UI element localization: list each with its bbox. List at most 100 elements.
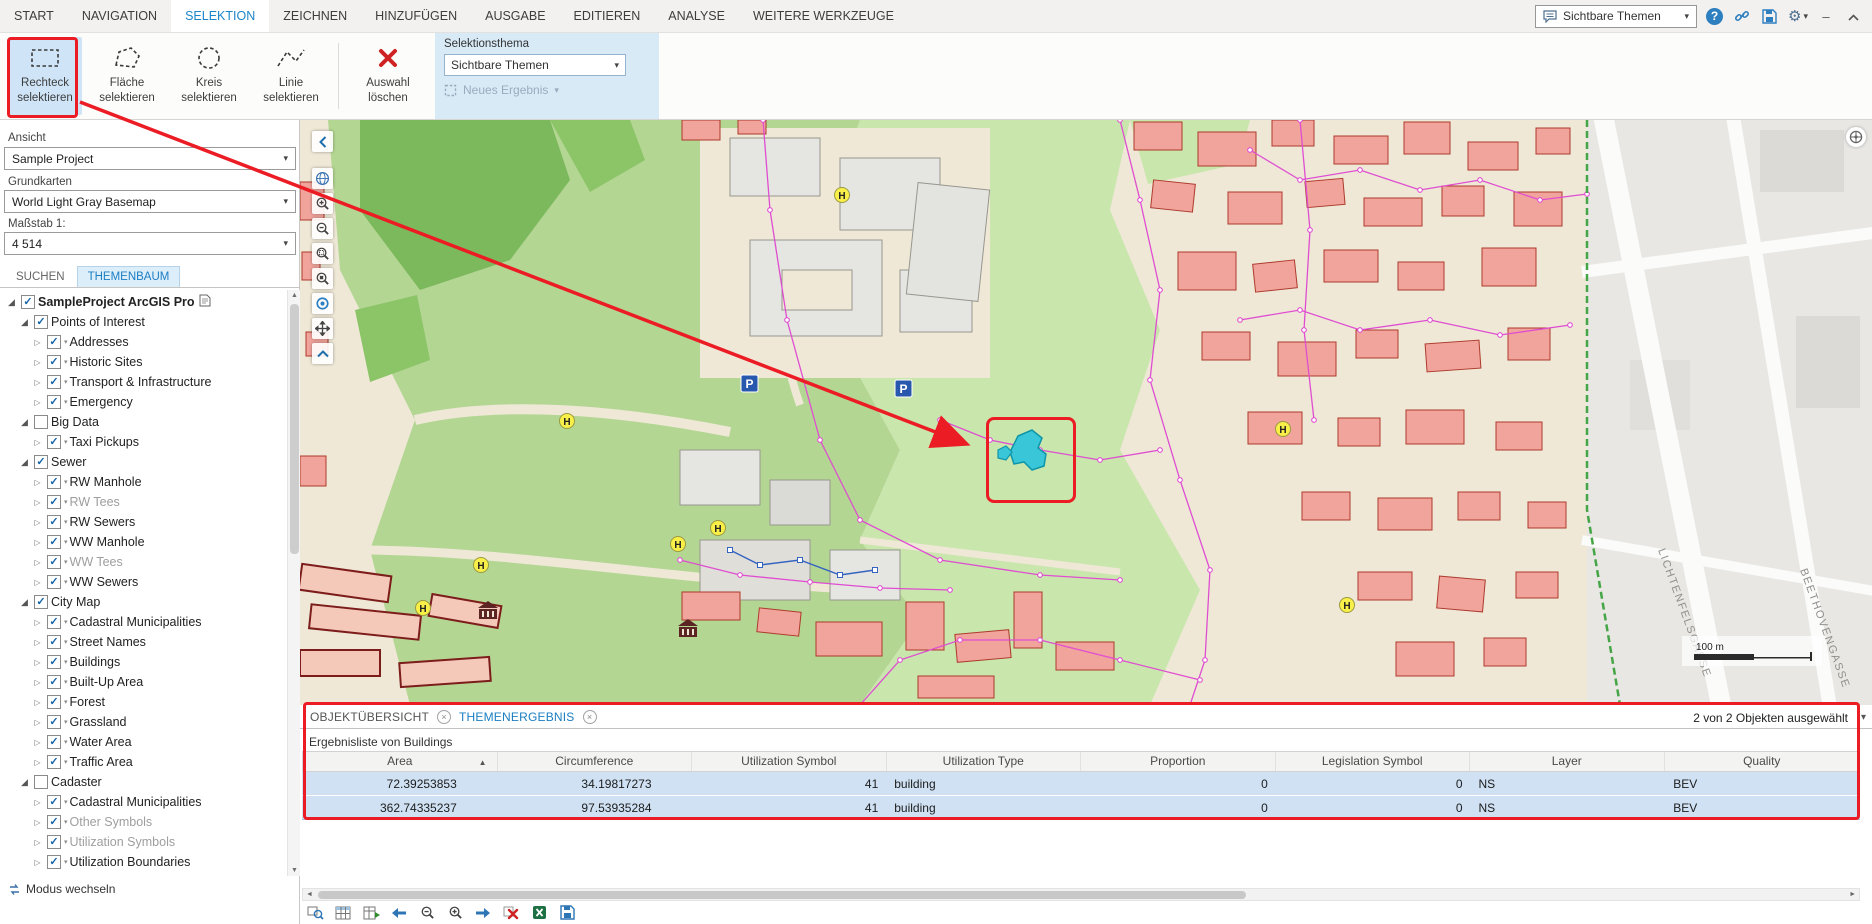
layer-checkbox[interactable]: ✓ — [47, 655, 61, 669]
tree-scrollbar[interactable]: ▲ ▼ — [287, 290, 300, 876]
sidebar-tab-suchen[interactable]: SUCHEN — [6, 267, 75, 287]
map-area[interactable]: H H H H H H H H P P LICHTENFELSGASSE BEE… — [300, 120, 1872, 705]
view-dropdown[interactable]: Sample Project▾ — [4, 147, 296, 170]
selection-theme-dropdown[interactable]: Sichtbare Themen ▾ — [444, 54, 626, 76]
tree-collapsed-icon[interactable]: ▷ — [31, 858, 44, 867]
tree-item-forest[interactable]: ▷✓▾Forest — [0, 692, 286, 712]
layer-menu-chevron-icon[interactable]: ▾ — [64, 558, 68, 566]
layer-checkbox[interactable]: ✓ — [47, 575, 61, 589]
tree-item-cadaster[interactable]: ◢Cadaster — [0, 772, 286, 792]
layer-menu-chevron-icon[interactable]: ▾ — [64, 358, 68, 366]
layer-checkbox[interactable]: ✓ — [47, 635, 61, 649]
tree-expanded-icon[interactable]: ◢ — [18, 317, 31, 328]
layer-menu-chevron-icon[interactable]: ▾ — [64, 578, 68, 586]
tree-collapsed-icon[interactable]: ▷ — [31, 618, 44, 627]
layer-menu-chevron-icon[interactable]: ▾ — [64, 338, 68, 346]
tree-item-addresses[interactable]: ▷✓▾Addresses — [0, 332, 286, 352]
tree-collapsed-icon[interactable]: ▷ — [31, 338, 44, 347]
layer-checkbox[interactable]: ✓ — [47, 715, 61, 729]
tool-fläche-selektieren[interactable]: Fläche selektieren — [90, 37, 164, 115]
tool-linie-selektieren[interactable]: Linie selektieren — [254, 37, 328, 115]
layer-checkbox[interactable]: ✓ — [34, 455, 48, 469]
tree-item-ww-sewers[interactable]: ▷✓▾WW Sewers — [0, 572, 286, 592]
clear-result-button[interactable] — [500, 903, 522, 922]
tree-item-rw-tees[interactable]: ▷✓▾RW Tees — [0, 492, 286, 512]
identify-tool-button[interactable] — [312, 293, 333, 314]
tree-collapsed-icon[interactable]: ▷ — [31, 798, 44, 807]
layer-menu-chevron-icon[interactable]: ▾ — [64, 658, 68, 666]
results-horizontal-scrollbar[interactable]: ◄ ► — [302, 888, 1860, 901]
tree-item-taxi-pickups[interactable]: ▷✓▾Taxi Pickups — [0, 432, 286, 452]
tree-collapsed-icon[interactable]: ▷ — [31, 478, 44, 487]
tree-collapsed-icon[interactable]: ▷ — [31, 538, 44, 547]
minimize-button[interactable]: – — [1817, 9, 1835, 24]
layer-menu-chevron-icon[interactable]: ▾ — [64, 838, 68, 846]
tree-collapsed-icon[interactable]: ▷ — [31, 698, 44, 707]
tree-item-points-of-interest[interactable]: ◢✓Points of Interest — [0, 312, 286, 332]
next-record-button[interactable] — [472, 903, 494, 922]
column-header-layer[interactable]: Layer — [1470, 752, 1665, 771]
map-canvas[interactable]: H H H H H H H H P P LICHTENFELSGASSE BEE… — [300, 120, 1872, 705]
tree-item-transport-infrastructure[interactable]: ▷✓▾Transport & Infrastructure — [0, 372, 286, 392]
tree-item-rw-sewers[interactable]: ▷✓▾RW Sewers — [0, 512, 286, 532]
layer-checkbox[interactable]: ✓ — [47, 795, 61, 809]
tree-collapsed-icon[interactable]: ▷ — [31, 398, 44, 407]
layer-menu-chevron-icon[interactable]: ▾ — [64, 478, 68, 486]
tree-collapsed-icon[interactable]: ▷ — [31, 658, 44, 667]
layer-menu-chevron-icon[interactable]: ▾ — [64, 618, 68, 626]
tree-expanded-icon[interactable]: ◢ — [18, 457, 31, 468]
layer-checkbox[interactable]: ✓ — [47, 835, 61, 849]
column-header-legislation-symbol[interactable]: Legislation Symbol — [1276, 752, 1471, 771]
column-header-proportion[interactable]: Proportion — [1081, 752, 1276, 771]
tree-item-built-up-area[interactable]: ▷✓▾Built-Up Area — [0, 672, 286, 692]
layer-checkbox[interactable]: ✓ — [47, 855, 61, 869]
save-result-button[interactable] — [556, 903, 578, 922]
layer-checkbox[interactable]: ✓ — [47, 555, 61, 569]
layer-checkbox[interactable]: ✓ — [34, 315, 48, 329]
previous-record-button[interactable] — [388, 903, 410, 922]
tree-collapsed-icon[interactable]: ▷ — [31, 518, 44, 527]
tree-collapsed-icon[interactable]: ▷ — [31, 738, 44, 747]
column-header-area[interactable]: Area▲ — [303, 752, 498, 771]
tree-item-city-map[interactable]: ◢✓City Map — [0, 592, 286, 612]
tree-collapsed-icon[interactable]: ▷ — [31, 358, 44, 367]
layer-checkbox[interactable]: ✓ — [47, 375, 61, 389]
tree-expanded-icon[interactable]: ◢ — [18, 597, 31, 608]
layer-checkbox[interactable] — [34, 775, 48, 789]
overview-map-button[interactable] — [312, 168, 333, 189]
tree-collapsed-icon[interactable]: ▷ — [31, 578, 44, 587]
menu-tab-selektion[interactable]: SELEKTION — [171, 0, 269, 32]
layer-menu-chevron-icon[interactable]: ▾ — [64, 738, 68, 746]
export-table-button[interactable] — [360, 903, 382, 922]
tree-item-ww-manhole[interactable]: ▷✓▾WW Manhole — [0, 532, 286, 552]
tree-collapsed-icon[interactable]: ▷ — [31, 498, 44, 507]
layer-menu-chevron-icon[interactable]: ▾ — [64, 698, 68, 706]
layer-checkbox[interactable]: ✓ — [47, 335, 61, 349]
save-project-button[interactable] — [1760, 7, 1779, 26]
close-tab-icon[interactable]: × — [437, 710, 451, 724]
layer-menu-chevron-icon[interactable]: ▾ — [64, 498, 68, 506]
tree-item-historic-sites[interactable]: ▷✓▾Historic Sites — [0, 352, 286, 372]
menu-tab-analyse[interactable]: ANALYSE — [654, 0, 739, 32]
tree-item-utilization-symbols[interactable]: ▷✓▾Utilization Symbols — [0, 832, 286, 852]
collapse-sidebar-button[interactable] — [312, 131, 333, 152]
menu-tab-weitere-werkzeuge[interactable]: WEITERE WERKZEUGE — [739, 0, 908, 32]
layer-menu-chevron-icon[interactable]: ▾ — [64, 758, 68, 766]
scroll-right-icon[interactable]: ► — [1849, 891, 1856, 898]
layer-checkbox[interactable]: ✓ — [47, 435, 61, 449]
layer-checkbox[interactable]: ✓ — [21, 295, 35, 309]
scale-dropdown[interactable]: 4 514▾ — [4, 232, 296, 255]
layer-checkbox[interactable]: ✓ — [47, 355, 61, 369]
selection-actions-chevron-icon[interactable]: ▾ — [1861, 712, 1866, 723]
close-tab-icon[interactable]: × — [583, 710, 597, 724]
menu-tab-start[interactable]: START — [0, 0, 68, 32]
tree-item-ww-tees[interactable]: ▷✓▾WW Tees — [0, 552, 286, 572]
tree-item-street-names[interactable]: ▷✓▾Street Names — [0, 632, 286, 652]
layer-checkbox[interactable]: ✓ — [47, 475, 61, 489]
results-tab-themenergebnis[interactable]: THEMENERGEBNIS — [459, 710, 574, 724]
layer-menu-chevron-icon[interactable]: ▾ — [64, 638, 68, 646]
layer-menu-chevron-icon[interactable]: ▾ — [64, 858, 68, 866]
layer-checkbox[interactable]: ✓ — [47, 815, 61, 829]
tree-item-traffic-area[interactable]: ▷✓▾Traffic Area — [0, 752, 286, 772]
settings-button[interactable]: ⚙▾ — [1788, 7, 1808, 25]
